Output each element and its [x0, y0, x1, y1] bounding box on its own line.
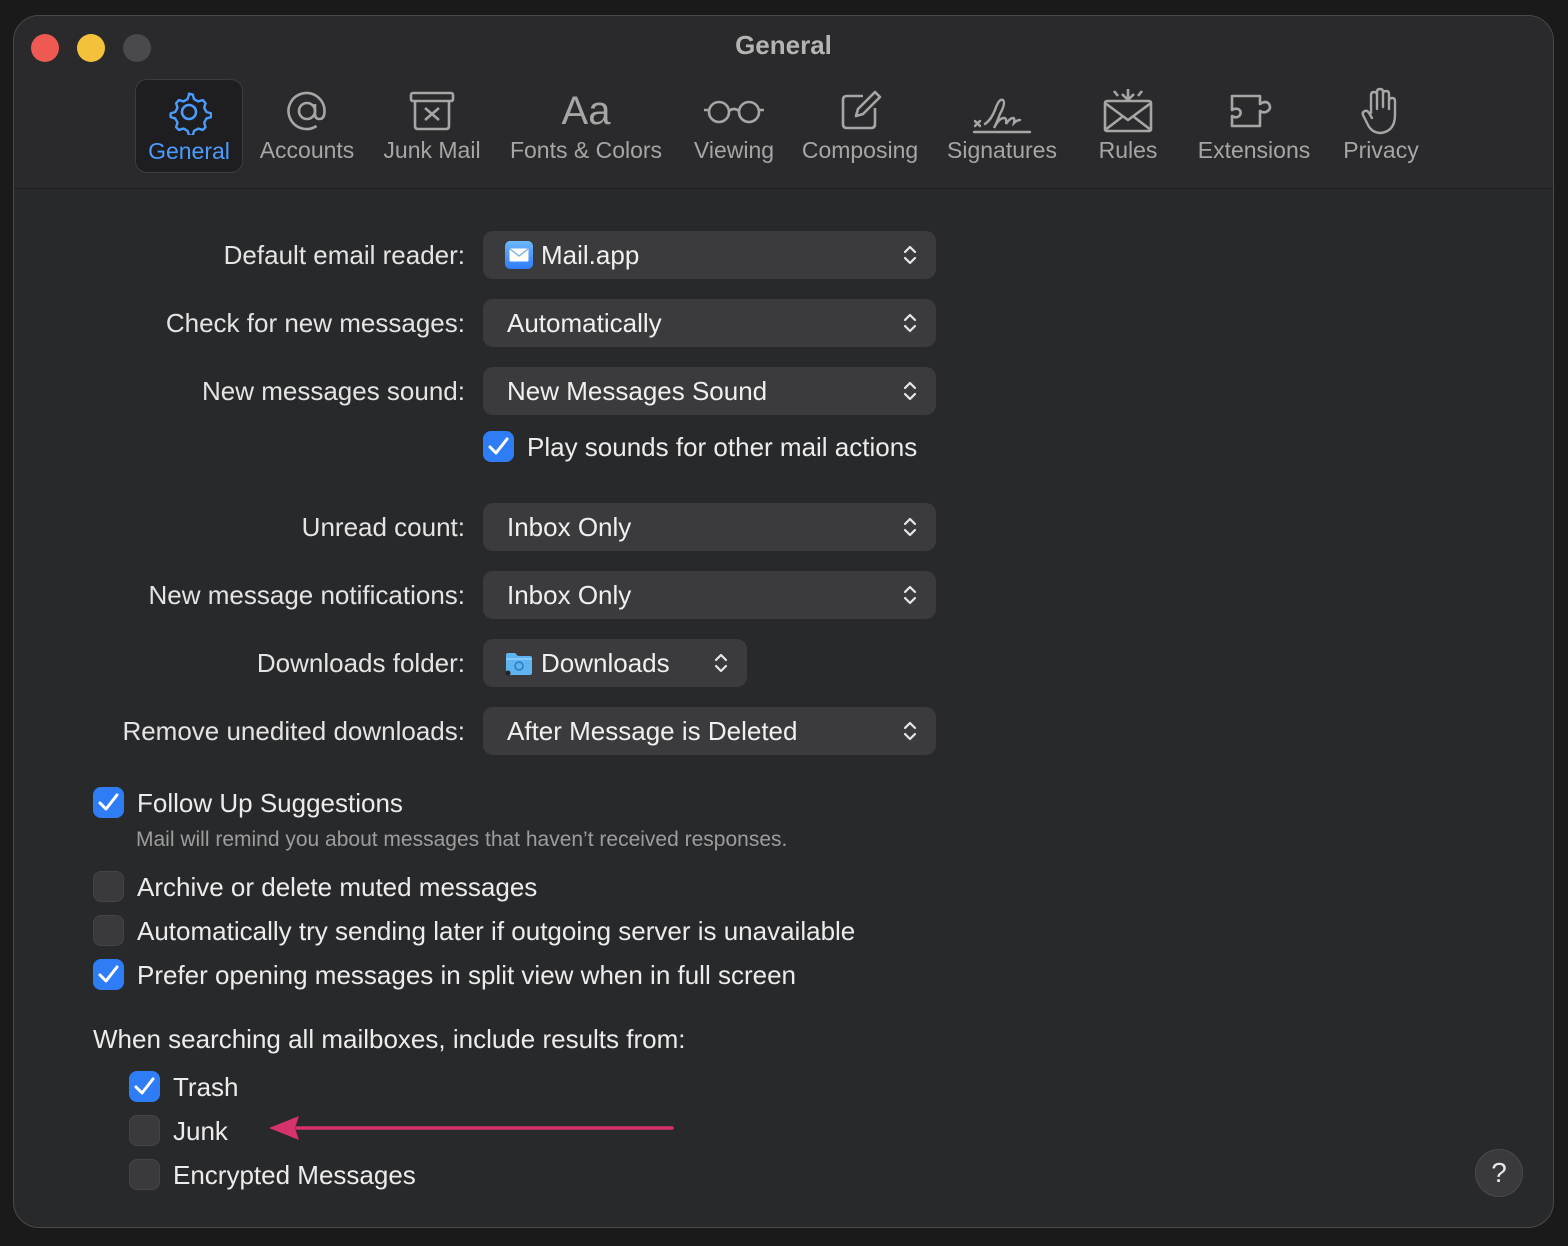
chevron-updown-icon	[903, 313, 917, 333]
tab-fonts-colors-label: Fonts & Colors	[509, 137, 663, 163]
checkmark-icon	[134, 1077, 155, 1095]
preferences-toolbar: General Accounts Junk Mail Aa Fonts & Co…	[14, 79, 1553, 175]
search-junk-label: Junk	[173, 1116, 228, 1146]
unread-count-value: Inbox Only	[507, 511, 632, 542]
junk-box-icon	[409, 91, 455, 131]
chevron-updown-icon	[903, 517, 917, 537]
annotation-arrow-icon	[269, 1116, 674, 1140]
play-sounds-checkbox[interactable]	[483, 431, 514, 462]
downloads-folder-value: Downloads	[541, 647, 670, 678]
send-later-checkbox[interactable]	[93, 915, 124, 946]
chevron-updown-icon	[714, 653, 728, 673]
tab-viewing[interactable]: Viewing	[684, 79, 784, 173]
compose-icon	[841, 90, 882, 130]
tab-rules-label: Rules	[1098, 137, 1158, 163]
envelope-rules-icon	[1103, 89, 1153, 133]
play-sounds-label: Play sounds for other mail actions	[527, 432, 918, 462]
unread-count-label: Unread count:	[301, 512, 465, 542]
downloads-folder-icon	[505, 649, 533, 677]
chevron-updown-icon	[903, 721, 917, 741]
checkmark-icon	[488, 437, 509, 455]
tab-junk-mail[interactable]: Junk Mail	[380, 79, 484, 173]
gear-icon	[169, 92, 212, 135]
checkmark-icon	[98, 793, 119, 811]
glasses-icon	[704, 100, 764, 124]
tab-general[interactable]: General	[135, 79, 243, 173]
search-encrypted-checkbox[interactable]	[129, 1159, 160, 1190]
notifications-popup[interactable]: Inbox Only	[483, 571, 936, 619]
notifications-value: Inbox Only	[507, 579, 632, 610]
window-title: General	[735, 30, 832, 60]
tab-extensions-label: Extensions	[1197, 137, 1311, 163]
chevron-updown-icon	[903, 381, 917, 401]
default-reader-value: Mail.app	[541, 239, 640, 270]
checkmark-icon	[98, 965, 119, 983]
follow-up-checkbox[interactable]	[93, 787, 124, 818]
tab-composing-label: Composing	[801, 137, 919, 163]
tab-signatures[interactable]: Signatures	[947, 79, 1057, 173]
send-later-label: Automatically try sending later if outgo…	[137, 916, 856, 946]
follow-up-description: Mail will remind you about messages that…	[136, 828, 788, 851]
tab-viewing-label: Viewing	[693, 137, 775, 163]
tab-privacy[interactable]: Privacy	[1342, 79, 1420, 173]
tab-composing[interactable]: Composing	[802, 79, 918, 173]
puzzle-icon	[1230, 94, 1272, 128]
sound-label: New messages sound:	[201, 376, 465, 406]
archive-muted-checkbox[interactable]	[93, 871, 124, 902]
default-reader-label: Default email reader:	[223, 240, 465, 270]
signature-icon	[972, 98, 1032, 134]
check-new-popup[interactable]: Automatically	[483, 299, 936, 347]
default-reader-popup[interactable]: Mail.app	[483, 231, 936, 279]
split-view-label: Prefer opening messages in split view wh…	[137, 960, 797, 990]
search-junk-checkbox[interactable]	[129, 1115, 160, 1146]
unread-count-popup[interactable]: Inbox Only	[483, 503, 936, 551]
tab-privacy-label: Privacy	[1343, 137, 1419, 163]
downloads-folder-label: Downloads folder:	[256, 648, 465, 678]
help-button[interactable]: ?	[1475, 1149, 1523, 1197]
hand-icon	[1361, 87, 1397, 135]
search-section-heading: When searching all mailboxes, include re…	[93, 1024, 686, 1054]
remove-downloads-value: After Message is Deleted	[507, 715, 798, 746]
tab-signatures-label: Signatures	[947, 137, 1057, 163]
remove-downloads-popup[interactable]: After Message is Deleted	[483, 707, 936, 755]
preferences-window: General General Accounts Junk Mail Aa Fo…	[13, 15, 1554, 1228]
tab-junk-mail-label: Junk Mail	[383, 137, 481, 163]
sound-value: New Messages Sound	[507, 375, 768, 406]
font-aa-icon: Aa	[561, 89, 611, 133]
search-trash-label: Trash	[173, 1072, 239, 1102]
notifications-label: New message notifications:	[148, 580, 465, 610]
downloads-folder-popup[interactable]: Downloads	[483, 639, 747, 687]
search-encrypted-label: Encrypted Messages	[173, 1160, 416, 1190]
check-new-value: Automatically	[507, 307, 662, 338]
tab-extensions[interactable]: Extensions	[1198, 79, 1310, 173]
tab-accounts-label: Accounts	[259, 137, 355, 163]
tab-rules[interactable]: Rules	[1094, 79, 1162, 173]
archive-muted-label: Archive or delete muted messages	[137, 872, 538, 902]
chevron-updown-icon	[903, 585, 917, 605]
follow-up-label: Follow Up Suggestions	[137, 788, 403, 818]
split-view-checkbox[interactable]	[93, 959, 124, 990]
at-sign-icon	[287, 91, 326, 131]
tab-accounts[interactable]: Accounts	[254, 79, 360, 173]
mail-app-icon	[505, 241, 533, 269]
chevron-updown-icon	[903, 245, 917, 265]
check-new-label: Check for new messages:	[165, 308, 465, 338]
title-bar: General General Accounts Junk Mail Aa Fo…	[14, 16, 1553, 189]
sound-popup[interactable]: New Messages Sound	[483, 367, 936, 415]
search-trash-checkbox[interactable]	[129, 1071, 160, 1102]
remove-downloads-label: Remove unedited downloads:	[122, 716, 465, 746]
tab-fonts-colors[interactable]: Aa Fonts & Colors	[510, 79, 662, 173]
